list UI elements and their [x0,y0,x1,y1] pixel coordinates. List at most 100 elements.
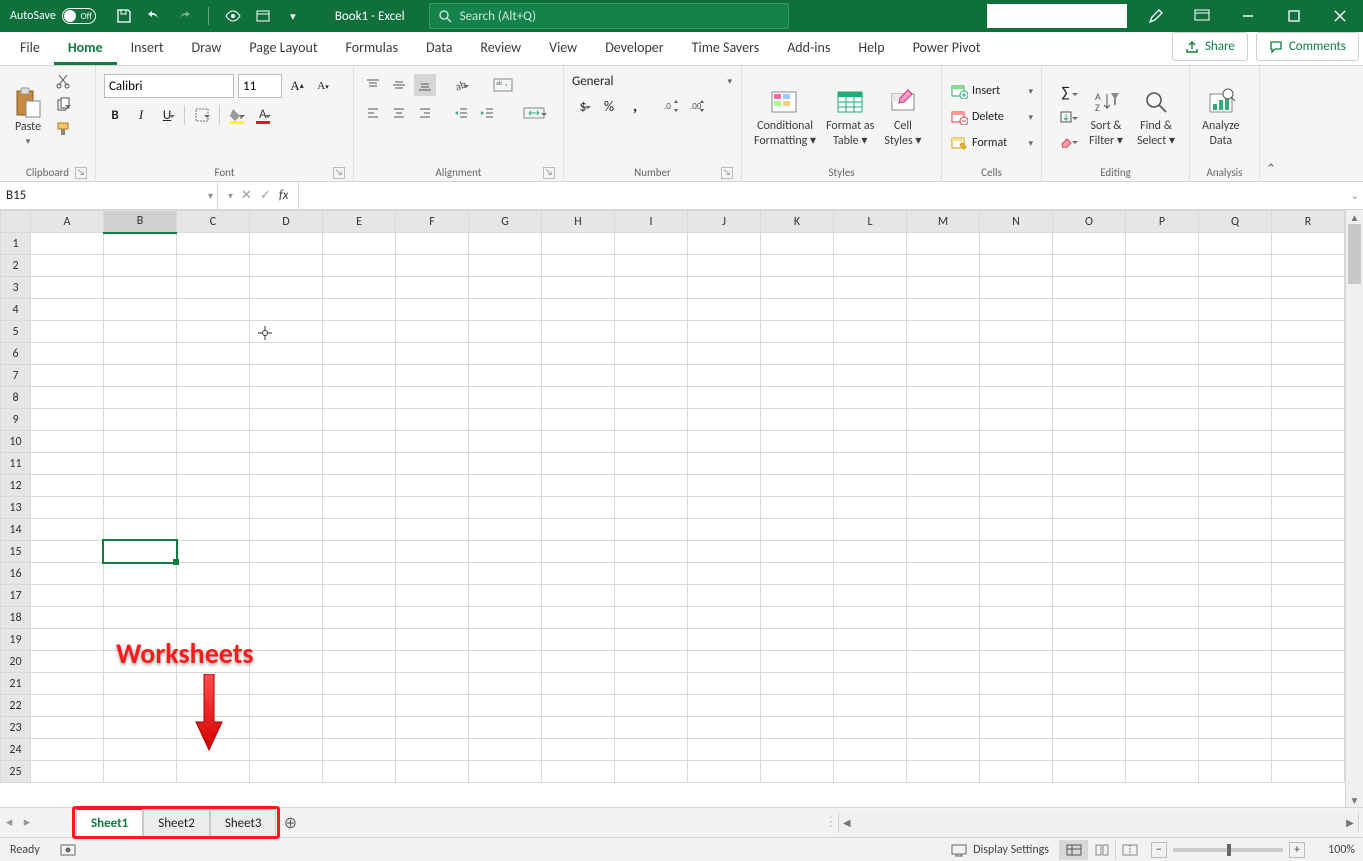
cell-B25[interactable] [104,761,177,783]
tab-view[interactable]: View [535,31,591,65]
cell-M19[interactable] [907,629,980,651]
cell-Q18[interactable] [1199,607,1272,629]
cell-E15[interactable] [323,541,396,563]
cell-J1[interactable] [688,233,761,255]
cell-M14[interactable] [907,519,980,541]
cell-R18[interactable] [1272,607,1345,629]
cell-I15[interactable] [615,541,688,563]
cell-B6[interactable] [104,343,177,365]
cell-G4[interactable] [469,299,542,321]
cell-Q10[interactable] [1199,431,1272,453]
cell-L9[interactable] [834,409,907,431]
cell-M25[interactable] [907,761,980,783]
cell-L10[interactable] [834,431,907,453]
cell-J7[interactable] [688,365,761,387]
cell-E25[interactable] [323,761,396,783]
column-header-A[interactable]: A [31,211,104,233]
cell-R10[interactable] [1272,431,1345,453]
cell-A12[interactable] [31,475,104,497]
cell-M2[interactable] [907,255,980,277]
cell-R11[interactable] [1272,453,1345,475]
pen-input-icon[interactable] [1133,0,1179,32]
cell-E6[interactable] [323,343,396,365]
cell-C3[interactable] [177,277,250,299]
cell-N14[interactable] [980,519,1053,541]
cell-P5[interactable] [1126,321,1199,343]
cell-A18[interactable] [31,607,104,629]
cell-I12[interactable] [615,475,688,497]
ribbon-display-icon[interactable] [1179,0,1225,32]
cell-E13[interactable] [323,497,396,519]
cell-P20[interactable] [1126,651,1199,673]
cell-F23[interactable] [396,717,469,739]
row-header-19[interactable]: 19 [1,629,31,651]
cell-Q2[interactable] [1199,255,1272,277]
grid[interactable]: ABCDEFGHIJKLMNOPQR1234567891011121314151… [0,210,1345,807]
cell-K17[interactable] [761,585,834,607]
cell-J16[interactable] [688,563,761,585]
borders-icon[interactable] [191,104,213,126]
cell-B5[interactable] [104,321,177,343]
name-box[interactable]: B15 ▾ [0,182,218,209]
bold-button[interactable]: B [104,104,126,126]
conditional-formatting-button[interactable]: Conditional Formatting ▾ [750,70,820,164]
row-header-1[interactable]: 1 [1,233,31,255]
cell-D23[interactable] [250,717,323,739]
cell-L20[interactable] [834,651,907,673]
cell-E5[interactable] [323,321,396,343]
cell-styles-button[interactable]: Cell Styles ▾ [880,70,925,164]
cell-L21[interactable] [834,673,907,695]
cell-O8[interactable] [1053,387,1126,409]
cell-L16[interactable] [834,563,907,585]
cell-H1[interactable] [542,233,615,255]
clear-icon[interactable] [1050,130,1081,152]
account-area[interactable] [987,4,1127,28]
column-header-F[interactable]: F [396,211,469,233]
number-launcher-icon[interactable]: ↘ [721,167,733,179]
name-box-dropdown-icon[interactable]: ▾ [208,189,213,202]
orientation-icon[interactable]: ab [450,74,472,96]
cell-M10[interactable] [907,431,980,453]
cell-M6[interactable] [907,343,980,365]
select-all-cell[interactable] [1,211,31,233]
cell-K22[interactable] [761,695,834,717]
new-sheet-button[interactable]: ⊕ [276,808,304,837]
cell-M15[interactable] [907,541,980,563]
cell-H14[interactable] [542,519,615,541]
cell-F1[interactable] [396,233,469,255]
cell-B2[interactable] [104,255,177,277]
cell-O16[interactable] [1053,563,1126,585]
cell-G17[interactable] [469,585,542,607]
cell-L23[interactable] [834,717,907,739]
cell-P25[interactable] [1126,761,1199,783]
cell-G6[interactable] [469,343,542,365]
cell-K20[interactable] [761,651,834,673]
cell-K19[interactable] [761,629,834,651]
cell-J20[interactable] [688,651,761,673]
cell-J19[interactable] [688,629,761,651]
cell-G5[interactable] [469,321,542,343]
cell-I18[interactable] [615,607,688,629]
cell-F4[interactable] [396,299,469,321]
row-header-8[interactable]: 8 [1,387,31,409]
cell-R25[interactable] [1272,761,1345,783]
cell-A9[interactable] [31,409,104,431]
row-header-16[interactable]: 16 [1,563,31,585]
cell-P21[interactable] [1126,673,1199,695]
cell-F22[interactable] [396,695,469,717]
cell-E21[interactable] [323,673,396,695]
cell-M3[interactable] [907,277,980,299]
cell-C7[interactable] [177,365,250,387]
formula-dropdown-icon[interactable]: ▾ [228,189,233,202]
cell-O14[interactable] [1053,519,1126,541]
cell-Q17[interactable] [1199,585,1272,607]
cell-H6[interactable] [542,343,615,365]
copy-icon[interactable] [52,94,74,116]
cell-K16[interactable] [761,563,834,585]
cell-J4[interactable] [688,299,761,321]
delete-cells-button[interactable]: Delete▾ [950,104,1033,130]
cell-E17[interactable] [323,585,396,607]
cell-F6[interactable] [396,343,469,365]
cell-J12[interactable] [688,475,761,497]
cell-L24[interactable] [834,739,907,761]
